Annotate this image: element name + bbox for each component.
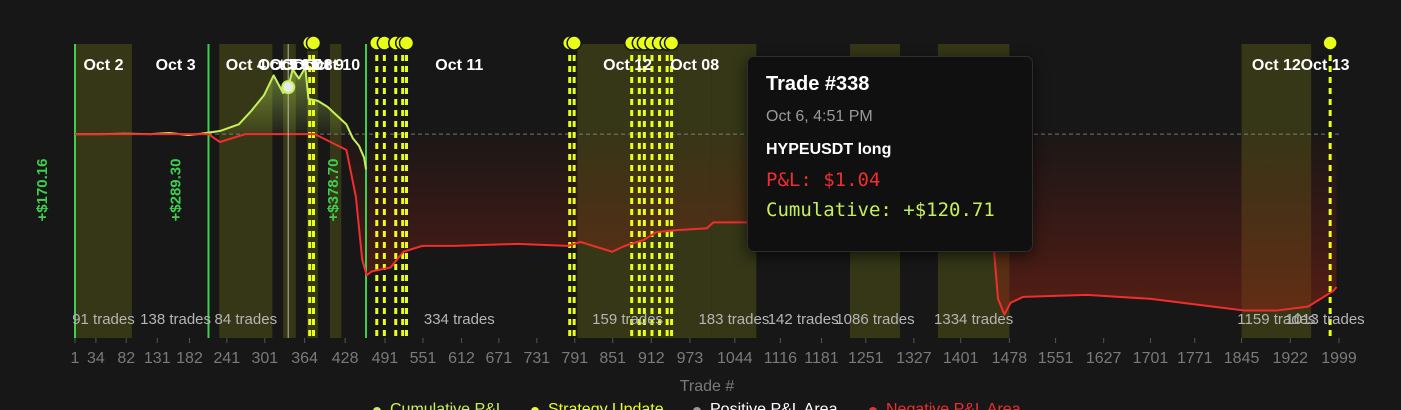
x-tick-label-21: 1251 bbox=[848, 350, 884, 367]
x-tick-label-8: 428 bbox=[332, 350, 359, 367]
positive-marker-label-2: +$378.70 bbox=[325, 159, 342, 222]
day-label-11: Oct 08 bbox=[670, 57, 719, 74]
trades-count-label-19: 1013 trades bbox=[1285, 311, 1364, 328]
x-axis-label: Trade # bbox=[680, 378, 735, 395]
strategy-update-marker-8[interactable] bbox=[566, 35, 582, 51]
trades-count-label-16: 1334 trades bbox=[934, 311, 1013, 328]
x-tick-label-17: 973 bbox=[677, 350, 704, 367]
legend-label-1[interactable]: Strategy Update bbox=[548, 401, 664, 410]
hover-point[interactable] bbox=[281, 80, 296, 95]
x-tick-label-29: 1845 bbox=[1224, 350, 1260, 367]
x-tick-label-22: 1327 bbox=[896, 350, 932, 367]
x-tick-label-30: 1922 bbox=[1272, 350, 1308, 367]
trades-count-label-2: 84 trades bbox=[215, 311, 278, 328]
x-tick-label-0: 1 bbox=[71, 350, 80, 367]
legend-label-2[interactable]: Positive P&L Area bbox=[710, 401, 838, 410]
day-band-2 bbox=[219, 44, 273, 338]
x-tick-label-6: 301 bbox=[251, 350, 278, 367]
x-tick-label-26: 1627 bbox=[1086, 350, 1122, 367]
x-tick-label-19: 1116 bbox=[764, 350, 797, 367]
tooltip-pnl: P&L: $1.04 bbox=[766, 169, 881, 191]
x-tick-label-7: 364 bbox=[291, 350, 318, 367]
strategy-update-marker-6[interactable] bbox=[398, 35, 415, 51]
legend-label-0[interactable]: Cumulative P&L bbox=[390, 401, 505, 410]
x-tick-label-5: 241 bbox=[213, 350, 240, 367]
x-tick-label-14: 791 bbox=[561, 350, 588, 367]
strategy-update-marker-15[interactable] bbox=[663, 35, 680, 51]
x-tick-label-2: 82 bbox=[117, 350, 135, 367]
positive-marker-label-1: +$289.30 bbox=[167, 159, 184, 222]
strategy-update-marker-16[interactable] bbox=[1322, 35, 1338, 51]
tooltip-date: Oct 6, 4:51 PM bbox=[766, 108, 873, 125]
day-label-10: Oct 12 bbox=[603, 57, 652, 74]
legend-label-3[interactable]: Negative P&L Area bbox=[886, 401, 1021, 410]
x-tick-label-25: 1551 bbox=[1038, 350, 1074, 367]
x-tick-label-10: 551 bbox=[410, 350, 437, 367]
chart-canvas: +$170.16 +$289.30 +$378.70 Oct 2 91 trades O… bbox=[34, 35, 1365, 410]
trades-count-label-9: 334 trades bbox=[424, 311, 495, 328]
strategy-update-marker-1[interactable] bbox=[305, 35, 322, 51]
x-tick-label-4: 182 bbox=[176, 350, 203, 367]
x-tick-label-27: 1701 bbox=[1133, 350, 1169, 367]
tooltip-cumulative: Cumulative: +$120.71 bbox=[766, 199, 995, 221]
trades-count-label-14: 1086 trades bbox=[835, 311, 914, 328]
x-tick-label-20: 1181 bbox=[804, 350, 839, 367]
trades-count-label-10: 159 trades bbox=[592, 311, 663, 328]
tooltip-symbol: HYPEUSDT long bbox=[766, 141, 892, 158]
day-label-19: Oct 13 bbox=[1301, 57, 1350, 74]
x-tick-label-12: 671 bbox=[486, 350, 513, 367]
tooltip-title: Trade #338 bbox=[766, 73, 870, 95]
x-tick-label-1: 34 bbox=[87, 350, 105, 367]
trade-tooltip: Trade #338 Oct 6, 4:51 PM HYPEUSDT long … bbox=[747, 56, 1033, 252]
x-tick-label-11: 612 bbox=[448, 350, 475, 367]
x-tick-label-15: 851 bbox=[599, 350, 626, 367]
x-tick-label-3: 131 bbox=[144, 350, 171, 367]
x-tick-label-31: 1999 bbox=[1321, 350, 1357, 367]
day-label-0: Oct 2 bbox=[83, 57, 123, 74]
x-tick-label-18: 1044 bbox=[717, 350, 753, 367]
trades-count-label-0: 91 trades bbox=[72, 311, 135, 328]
day-label-1: Oct 3 bbox=[156, 57, 196, 74]
day-label-9: Oct 11 bbox=[435, 57, 483, 74]
positive-marker-label-0: +$170.16 bbox=[34, 159, 51, 222]
trades-count-label-1: 138 trades bbox=[140, 311, 211, 328]
day-label-8: Oct 10 bbox=[311, 57, 360, 74]
x-tick-label-23: 1401 bbox=[943, 350, 979, 367]
x-tick-label-28: 1771 bbox=[1177, 350, 1213, 367]
trades-count-label-13: 142 trades bbox=[768, 311, 839, 328]
x-tick-label-9: 491 bbox=[372, 350, 399, 367]
pnl-chart: +$170.16 +$289.30 +$378.70 Oct 2 91 trades O… bbox=[0, 0, 1401, 410]
trades-count-label-12: 183 trades bbox=[698, 311, 769, 328]
day-label-18: Oct 12 bbox=[1252, 57, 1301, 74]
x-tick-label-24: 1478 bbox=[992, 350, 1028, 367]
x-tick-label-13: 731 bbox=[523, 350, 550, 367]
x-tick-label-16: 912 bbox=[638, 350, 665, 367]
day-band-0 bbox=[75, 44, 132, 338]
